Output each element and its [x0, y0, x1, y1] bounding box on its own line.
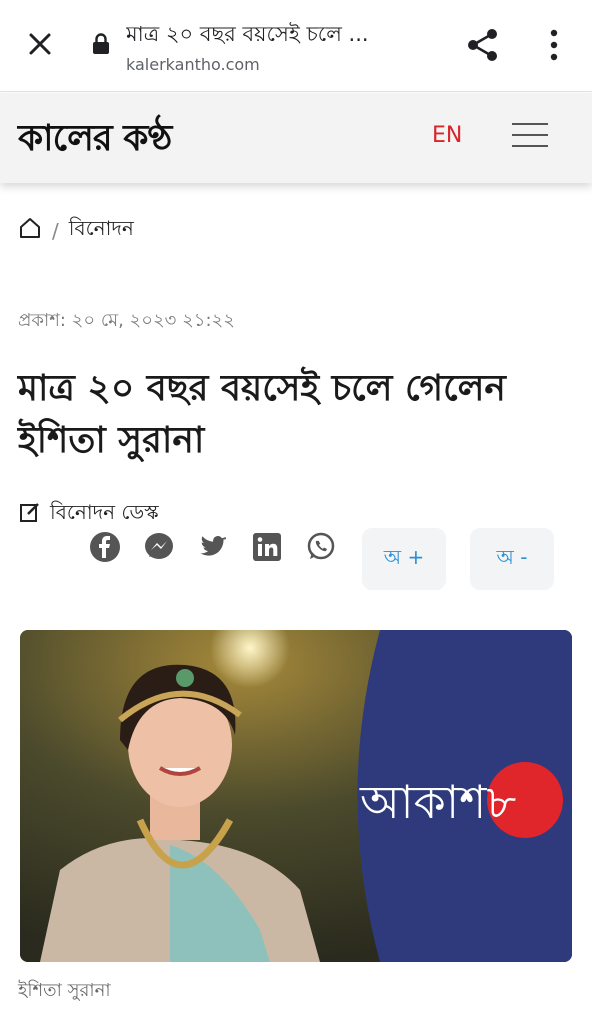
language-toggle[interactable]: EN	[432, 123, 462, 148]
whatsapp-icon[interactable]	[304, 530, 338, 564]
channel-logo-text: আকাশ৮	[359, 775, 516, 829]
site-logo[interactable]: কালের কণ্ঠ	[18, 111, 172, 171]
messenger-icon[interactable]	[142, 530, 176, 564]
facebook-icon[interactable]	[88, 530, 122, 564]
close-icon[interactable]	[22, 26, 58, 62]
home-icon[interactable]	[18, 216, 42, 245]
url-text[interactable]: kalerkantho.com	[126, 55, 260, 74]
article-image[interactable]: আকাশ৮	[20, 630, 572, 962]
breadcrumb-separator: /	[52, 218, 59, 243]
edit-icon	[18, 500, 42, 529]
image-caption: ইশিতা সুরানা	[18, 980, 111, 1001]
linkedin-icon[interactable]	[250, 530, 284, 564]
browser-toolbar: মাত্র ২০ বছর বয়সেই চলে ... kalerkantho.…	[0, 0, 592, 92]
author-name[interactable]: বিনোদন ডেস্ক	[50, 498, 159, 531]
twitter-icon[interactable]	[196, 530, 230, 564]
hamburger-menu-icon[interactable]	[512, 123, 548, 149]
page-title: মাত্র ২০ বছর বয়সেই চলে ...	[126, 22, 369, 46]
share-bar	[88, 530, 358, 564]
published-date: প্রকাশ: ২০ মে, ২০২৩ ২১:২২	[18, 310, 235, 331]
share-icon[interactable]	[464, 26, 502, 64]
article-headline: মাত্র ২০ বছর বয়সেই চলে গেলেন ইশিতা সুরা…	[18, 367, 506, 461]
font-increase-button[interactable]: অ +	[362, 528, 446, 590]
more-menu-icon[interactable]	[540, 26, 568, 64]
lock-icon	[92, 33, 110, 55]
author-byline: বিনোদন ডেস্ক	[18, 498, 159, 531]
site-header: কালের কণ্ঠ EN	[0, 93, 592, 183]
font-decrease-button[interactable]: অ -	[470, 528, 554, 590]
breadcrumb-section[interactable]: বিনোদন	[69, 214, 134, 247]
breadcrumb: / বিনোদন	[18, 214, 134, 247]
